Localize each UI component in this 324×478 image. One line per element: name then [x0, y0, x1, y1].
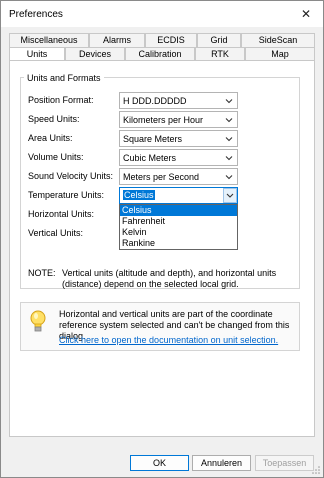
- resize-grip-icon[interactable]: [312, 466, 320, 474]
- dropdown-option-rankine[interactable]: Rankine: [120, 238, 237, 249]
- area-units-combobox[interactable]: Square Meters: [119, 130, 238, 147]
- tab-units[interactable]: Units: [9, 47, 65, 61]
- units-tab-panel: Units and Formats Position Format: H DDD.…: [9, 60, 315, 437]
- tab-ecdis[interactable]: ECDIS: [145, 33, 197, 47]
- apply-button[interactable]: Toepassen: [255, 455, 314, 471]
- close-icon[interactable]: ✕: [295, 4, 317, 24]
- volume-units-value: Cubic Meters: [123, 153, 177, 163]
- vertical-units-label: Vertical Units:: [28, 228, 84, 238]
- temperature-units-value: Celsius: [123, 190, 155, 200]
- group-title: Units and Formats: [24, 73, 104, 83]
- speed-units-value: Kilometers per Hour: [123, 115, 204, 125]
- speed-units-combobox[interactable]: Kilometers per Hour: [119, 111, 238, 128]
- title-bar: Preferences ✕: [1, 1, 323, 27]
- chevron-down-icon[interactable]: [223, 188, 237, 203]
- preferences-window: Preferences ✕ Miscellaneous Alarms ECDIS Gr…: [0, 0, 324, 478]
- dropdown-option-celsius[interactable]: Celsius: [120, 205, 237, 216]
- chevron-down-icon[interactable]: [223, 95, 235, 107]
- temperature-units-label: Temperature Units:: [28, 190, 105, 200]
- horizontal-units-label: Horizontal Units:: [28, 209, 95, 219]
- note-text: Vertical units (altitude and depth), and…: [62, 268, 277, 289]
- documentation-link[interactable]: Click here to open the documentation on …: [59, 335, 278, 345]
- chevron-down-icon[interactable]: [223, 171, 235, 183]
- position-format-combobox[interactable]: H DDD.DDDDD: [119, 92, 238, 109]
- window-title: Preferences: [9, 9, 63, 20]
- sound-velocity-units-combobox[interactable]: Meters per Second: [119, 168, 238, 185]
- temperature-units-combobox[interactable]: Celsius: [119, 187, 238, 204]
- ok-button[interactable]: OK: [130, 455, 189, 471]
- chevron-down-icon[interactable]: [223, 133, 235, 145]
- info-box: Horizontal and vertical units are part o…: [20, 302, 300, 351]
- tab-alarms[interactable]: Alarms: [89, 33, 145, 47]
- dropdown-option-fahrenheit[interactable]: Fahrenheit: [120, 216, 237, 227]
- tab-row-back: Miscellaneous Alarms ECDIS Grid SideScan: [9, 33, 315, 47]
- position-format-value: H DDD.DDDDD: [123, 96, 187, 106]
- tab-row-front: Units Devices Calibration RTK Map: [9, 47, 315, 61]
- tab-devices[interactable]: Devices: [65, 47, 125, 61]
- volume-units-label: Volume Units:: [28, 152, 84, 162]
- tab-calibration[interactable]: Calibration: [125, 47, 195, 61]
- area-units-label: Area Units:: [28, 133, 73, 143]
- tab-map[interactable]: Map: [245, 47, 315, 61]
- speed-units-label: Speed Units:: [28, 114, 80, 124]
- sound-velocity-units-value: Meters per Second: [123, 172, 200, 182]
- tab-sidescan[interactable]: SideScan: [241, 33, 315, 47]
- chevron-down-icon[interactable]: [223, 114, 235, 126]
- position-format-label: Position Format:: [28, 95, 94, 105]
- tab-grid[interactable]: Grid: [197, 33, 241, 47]
- chevron-down-icon[interactable]: [223, 152, 235, 164]
- sound-velocity-units-label: Sound Velocity Units:: [28, 171, 114, 181]
- dropdown-option-kelvin[interactable]: Kelvin: [120, 227, 237, 238]
- area-units-value: Square Meters: [123, 134, 183, 144]
- lightbulb-icon: [30, 310, 46, 332]
- note-label: NOTE:: [28, 268, 56, 278]
- tab-rtk[interactable]: RTK: [195, 47, 245, 61]
- volume-units-combobox[interactable]: Cubic Meters: [119, 149, 238, 166]
- tab-miscellaneous[interactable]: Miscellaneous: [9, 33, 89, 47]
- cancel-button[interactable]: Annuleren: [192, 455, 251, 471]
- temperature-dropdown-list[interactable]: Celsius Fahrenheit Kelvin Rankine: [119, 204, 238, 250]
